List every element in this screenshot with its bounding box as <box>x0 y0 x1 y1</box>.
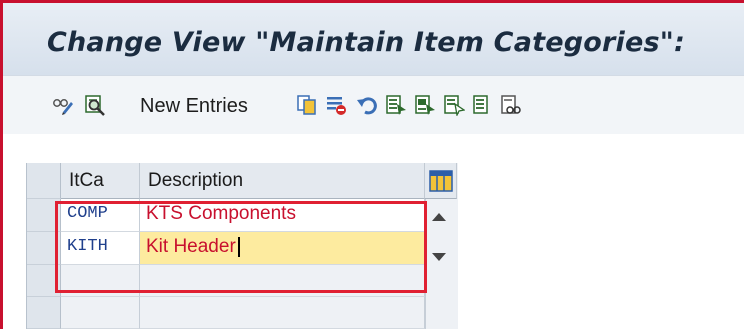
deselect-all-icon[interactable] <box>443 94 465 116</box>
scroll-up-icon[interactable] <box>432 213 446 221</box>
column-settings-cell <box>425 163 457 199</box>
details-icon[interactable] <box>84 94 106 116</box>
row-selector[interactable] <box>27 297 61 329</box>
undo-icon[interactable] <box>356 94 378 116</box>
empty-cell[interactable] <box>140 297 425 329</box>
select-all-icon[interactable] <box>385 94 407 116</box>
delete-icon[interactable] <box>325 94 347 116</box>
scroll-down-icon[interactable] <box>432 253 446 261</box>
first-entry-icon[interactable] <box>472 94 494 116</box>
select-all-rows[interactable] <box>27 163 61 199</box>
vertical-scrollbar[interactable] <box>425 199 454 329</box>
column-header-description[interactable]: Description <box>140 163 425 199</box>
column-header-itca[interactable]: ItCa <box>61 163 140 199</box>
select-block-icon[interactable] <box>414 94 436 116</box>
column-settings-icon[interactable] <box>429 170 453 192</box>
print-icon[interactable] <box>500 94 522 116</box>
highlight-box <box>55 201 427 293</box>
copy-icon[interactable] <box>296 94 318 116</box>
empty-cell[interactable] <box>61 297 140 329</box>
title-bar: Change View "Maintain Item Categories": <box>3 3 744 75</box>
new-entries-button[interactable]: New Entries <box>140 95 248 118</box>
application-toolbar: New Entries <box>3 75 744 135</box>
display-change-icon[interactable] <box>52 94 74 116</box>
page-title: Change View "Maintain Item Categories": <box>47 27 686 58</box>
